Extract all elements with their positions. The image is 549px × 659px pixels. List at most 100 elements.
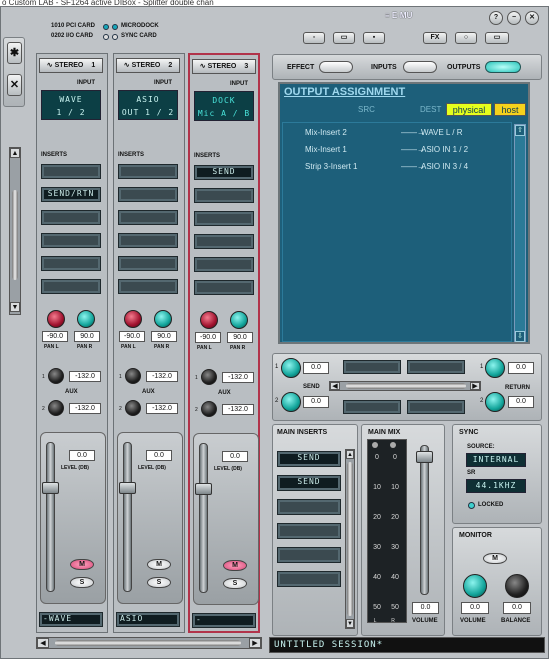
pan-left-knob[interactable] [200,311,218,329]
scroll-thumb[interactable] [346,383,466,389]
input-source-display[interactable]: ASIO OUT 1 / 2 [118,90,178,120]
insert-slot[interactable] [118,164,178,179]
pan-right-knob[interactable] [154,310,172,328]
pci-card-radio[interactable] [103,24,109,30]
asterisk-icon[interactable]: ✱ [7,42,22,64]
level-fader[interactable] [42,482,59,494]
solo-button[interactable]: S [70,577,94,588]
return1-value[interactable]: 0.0 [508,362,534,374]
new-session-icon[interactable]: ▫ [303,32,325,44]
close-window-icon[interactable]: ✕ [525,11,539,25]
level-value[interactable]: 0.0 [69,450,95,461]
return-slot[interactable] [407,400,465,414]
minimize-icon[interactable]: − [507,11,521,25]
sync-card-radio[interactable] [112,34,118,40]
send1-knob[interactable] [281,358,301,378]
scroll-left-arrow-icon[interactable]: ◀ [37,638,49,648]
insert-slot[interactable] [41,279,101,294]
aux2-knob[interactable] [201,401,217,417]
strip-header[interactable]: ∿ STEREO 2 [116,58,180,73]
sync-sr-display[interactable]: 44.1KHZ [466,479,526,493]
main-insert-slot[interactable] [277,571,341,587]
monitor-volume-knob[interactable] [463,574,487,598]
main-insert-slot[interactable]: SEND [277,475,341,491]
insert-slot[interactable] [194,211,254,226]
pan-right-value[interactable]: 90.0 [74,331,100,342]
pan-right-value[interactable]: 90.0 [151,331,177,342]
level-value[interactable]: 0.0 [222,451,248,462]
insert-slot[interactable] [194,280,254,295]
aux2-value[interactable]: -132.0 [222,404,254,415]
aux2-value[interactable]: -132.0 [69,403,101,414]
help-icon[interactable]: ? [489,11,503,25]
insert-slot[interactable] [194,188,254,203]
outputs-tab-button[interactable] [485,61,521,73]
physical-tab[interactable]: physical [446,103,492,116]
scroll-thumb[interactable] [347,462,353,616]
send1-value[interactable]: 0.0 [303,362,329,374]
open-folder-icon[interactable]: ▭ [333,32,355,44]
insert-slot[interactable] [118,256,178,271]
aux1-value[interactable]: -132.0 [69,371,101,382]
main-volume-fader[interactable] [416,451,433,463]
aux1-knob[interactable] [125,368,141,384]
main-insert-slot[interactable]: SEND [277,451,341,467]
expand-icon[interactable]: ▭ [485,32,509,44]
return1-knob[interactable] [485,358,505,378]
mute-button[interactable]: M [147,559,171,570]
scroll-thumb[interactable] [55,640,241,646]
aux2-knob[interactable] [48,400,64,416]
microdock-radio[interactable] [112,24,118,30]
strip-name[interactable]: -WAVE [39,612,103,627]
return-slot[interactable] [343,400,401,414]
insert-slot[interactable] [118,210,178,225]
insert-slot[interactable]: SEND [194,165,254,180]
pan-right-knob[interactable] [230,311,248,329]
inputs-tab-button[interactable] [403,61,437,73]
insert-slot[interactable] [41,164,101,179]
strip-header[interactable]: ∿ STEREO 3 [192,59,256,74]
monitor-volume-value[interactable]: 0.0 [461,602,489,614]
level-fader[interactable] [195,483,212,495]
aux2-knob[interactable] [125,400,141,416]
scroll-right-arrow-icon[interactable]: ▶ [470,382,480,390]
save-icon[interactable]: ▪ [363,32,385,44]
strip-header[interactable]: ∿ STEREO 1 [39,58,103,73]
return2-value[interactable]: 0.0 [508,396,534,408]
pan-left-value[interactable]: -90.0 [42,331,68,342]
session-settings-icon[interactable]: ○ [455,32,477,44]
mute-button[interactable]: M [223,560,247,571]
aux1-value[interactable]: -132.0 [146,371,178,382]
assignment-row[interactable]: Mix-Insert 1 ——→ ASIO IN 1 / 2 [283,145,511,159]
solo-button[interactable]: S [223,578,247,589]
return2-knob[interactable] [485,392,505,412]
input-source-display[interactable]: DOCK Mic A / B [194,91,254,121]
level-fader-track[interactable] [199,443,208,593]
scroll-thumb[interactable] [12,190,18,280]
scroll-down-arrow-icon[interactable]: ▼ [346,619,354,628]
send-slot[interactable] [407,360,465,374]
send2-value[interactable]: 0.0 [303,396,329,408]
send-slot[interactable] [343,360,401,374]
main-volume-value[interactable]: 0.0 [412,602,439,614]
monitor-balance-knob[interactable] [505,574,529,598]
strip-name[interactable]: ASIO [116,612,180,627]
effect-tab-button[interactable] [319,61,353,73]
pan-left-knob[interactable] [124,310,142,328]
aux2-value[interactable]: -132.0 [146,403,178,414]
scroll-up-arrow-icon[interactable]: ▲ [10,148,20,158]
pan-left-value[interactable]: -90.0 [195,332,221,343]
insert-slot[interactable] [118,279,178,294]
strips-vertical-scrollbar[interactable]: ▲ ▼ [9,147,21,315]
main-insert-slot[interactable] [277,547,341,563]
input-source-display[interactable]: WAVE 1 / 2 [41,90,101,120]
send2-knob[interactable] [281,392,301,412]
scroll-left-arrow-icon[interactable]: ◀ [330,382,340,390]
pan-left-value[interactable]: -90.0 [119,331,145,342]
aux1-knob[interactable] [48,368,64,384]
level-fader[interactable] [119,482,136,494]
insert-slot[interactable] [41,210,101,225]
io-card-radio[interactable] [103,34,109,40]
pan-right-knob[interactable] [77,310,95,328]
level-fader-track[interactable] [46,442,55,592]
